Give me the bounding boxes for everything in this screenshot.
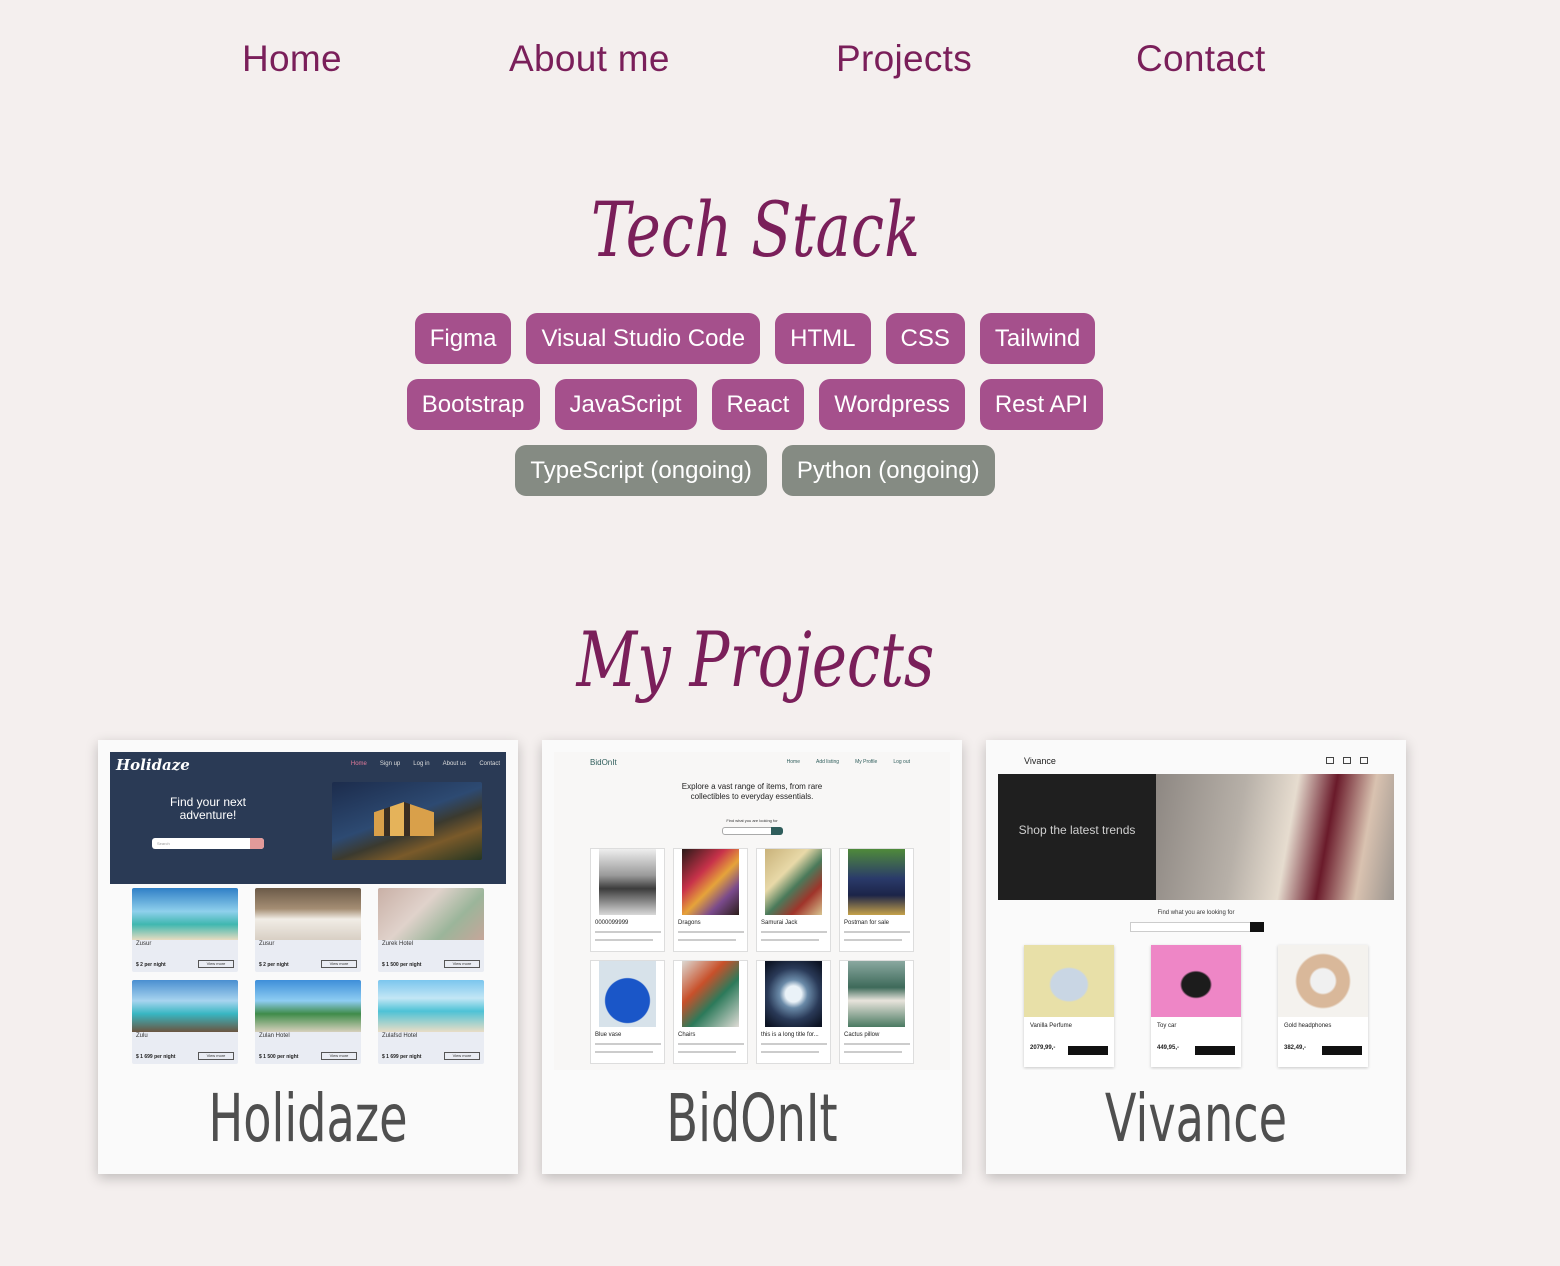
listing-card: Cactus pillow [839, 960, 914, 1064]
vivance-page: Vivance Shop the latest trends Find what… [998, 752, 1394, 1070]
my-projects-heading: My Projects [576, 615, 935, 704]
holidaze-nav-link: Log in [413, 761, 430, 767]
holidaze-nav-link: Sign up [379, 761, 401, 767]
bidonit-nav: Home Add listing My Profile Log out [787, 759, 910, 765]
vivance-hero: Shop the latest trends [998, 774, 1394, 900]
tech-chip: React [711, 379, 805, 430]
tech-chip: Tailwind [979, 313, 1096, 364]
listing-card: Dragons [673, 848, 748, 952]
bidonit-nav-link: My Profile [855, 759, 878, 765]
vivance-icons [1326, 757, 1368, 764]
bidonit-tagline: Explore a vast range of items, from rare… [681, 782, 823, 801]
shopping-woman-image [1156, 774, 1394, 900]
nav-projects[interactable]: Projects [836, 38, 972, 80]
tech-row-3: TypeScript (ongoing) Python (ongoing) [0, 445, 1510, 496]
search-icon [771, 827, 783, 835]
holidaze-venue-grid: Zusur $ 2 per night View more Zusur $ 2 per… [132, 888, 484, 1064]
project-screenshot: Vivance Shop the latest trends Find what… [998, 752, 1394, 1070]
holidaze-nav-link: Contact [479, 761, 500, 767]
holidaze-nav-link: Home [350, 761, 367, 767]
bidonit-find-label: Find what you are looking for [726, 818, 778, 823]
project-screenshot: Holidaze Home Sign up Log in About us Co… [110, 752, 506, 1070]
project-card-bidonit[interactable]: BidOnIt Home Add listing My Profile Log … [542, 740, 962, 1174]
nav-contact[interactable]: Contact [1136, 38, 1266, 80]
tech-chip-ongoing: TypeScript (ongoing) [515, 445, 767, 496]
vivance-logo: Vivance [1024, 756, 1056, 766]
tech-chip: Wordpress [819, 379, 965, 430]
bidonit-page: BidOnIt Home Add listing My Profile Log … [554, 752, 950, 1070]
cart-icon [1360, 757, 1368, 764]
bidonit-logo: BidOnIt [590, 758, 617, 767]
tech-chip: HTML [775, 313, 871, 364]
holidaze-nav: Home Sign up Log in About us Contact [351, 761, 500, 767]
vivance-hero-text: Shop the latest trends [998, 774, 1156, 900]
tech-stack-heading: Tech Stack [590, 185, 921, 274]
holidaze-logo: Holidaze [116, 756, 190, 774]
holidaze-nav-link: About us [442, 761, 467, 767]
project-title: Holidaze [208, 1080, 408, 1157]
tech-chip: JavaScript [554, 379, 697, 430]
holidaze-search: Search [152, 838, 264, 849]
tech-chip: Visual Studio Code [526, 313, 761, 364]
mail-icon [1343, 757, 1351, 764]
project-title: BidOnIt [666, 1080, 838, 1157]
listing-card: this is a long title for... [756, 960, 831, 1064]
listing-card: Samurai Jack [756, 848, 831, 952]
bidonit-nav-link: Home [786, 759, 800, 765]
venue-card: Zulan Hotel $ 1 500 per night View more [255, 980, 361, 1064]
bidonit-nav-link: Log out [893, 759, 910, 765]
tech-chip: Figma [414, 313, 512, 364]
project-title: Vivance [1104, 1080, 1288, 1157]
home-icon [1326, 757, 1334, 764]
bidonit-listing-grid: 0000099999 Dragons Samurai Jack Postman … [590, 848, 914, 1064]
product-card: Toy car 449,95,- [1151, 945, 1241, 1067]
listing-card: Postman for sale [839, 848, 914, 952]
listing-card: 0000099999 [590, 848, 665, 952]
venue-card: Zusur $ 2 per night View more [132, 888, 238, 972]
venue-card: Zulu $ 1 699 per night View more [132, 980, 238, 1064]
tech-row-2: Bootstrap JavaScript React Wordpress Res… [0, 379, 1510, 430]
vivance-product-grid: Vanilla Perfume 2079,99,- Toy car 449,95,-… [1024, 945, 1368, 1067]
nav-home[interactable]: Home [242, 38, 342, 80]
tech-chip: CSS [885, 313, 965, 364]
main-nav: Home About me Projects Contact [0, 38, 1560, 88]
holidaze-header: Holidaze Home Sign up Log in About us Co… [110, 752, 506, 884]
product-card: Vanilla Perfume 2079,99,- [1024, 945, 1114, 1067]
tech-chip-ongoing: Python (ongoing) [781, 445, 995, 496]
search-icon [250, 838, 264, 849]
nav-about[interactable]: About me [509, 38, 670, 80]
bidonit-search [722, 827, 783, 835]
listing-card: Blue vase [590, 960, 665, 1064]
venue-card: Zulafsd Hotel $ 1 699 per night View more [378, 980, 484, 1064]
venue-card: Zurek Hotel $ 1 500 per night View more [378, 888, 484, 972]
project-card-vivance[interactable]: Vivance Shop the latest trends Find what… [986, 740, 1406, 1174]
listing-card: Chairs [673, 960, 748, 1064]
tech-chip: Bootstrap [406, 379, 540, 430]
venue-card: Zusur $ 2 per night View more [255, 888, 361, 972]
search-icon [1250, 922, 1264, 932]
project-screenshot: BidOnIt Home Add listing My Profile Log … [554, 752, 950, 1070]
vivance-search [1130, 922, 1264, 932]
project-card-holidaze[interactable]: Holidaze Home Sign up Log in About us Co… [98, 740, 518, 1174]
vivance-find-label: Find what you are looking for [1157, 910, 1235, 916]
tech-row-1: Figma Visual Studio Code HTML CSS Tailwi… [0, 313, 1510, 364]
tech-chip: Rest API [979, 379, 1104, 430]
bidonit-nav-link: Add listing [816, 759, 840, 765]
house-image [332, 782, 482, 860]
holidaze-tagline: Find your next adventure! [169, 795, 247, 822]
product-card: Gold headphones 382,49,- [1278, 945, 1368, 1067]
